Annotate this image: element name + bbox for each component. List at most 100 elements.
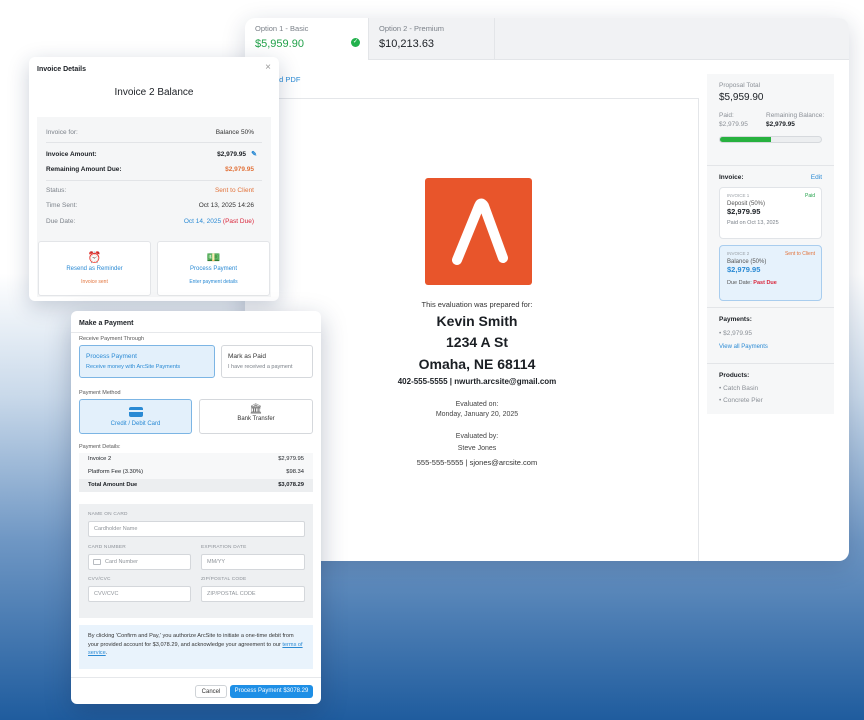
detail-value: $3,078.29 xyxy=(278,482,304,488)
detail-row-total: Total Amount Due $3,078.29 xyxy=(88,482,304,488)
invoice-for-label: Invoice for: xyxy=(46,129,78,136)
edit-amount-icon[interactable]: ✎ xyxy=(251,150,257,158)
payments-label: Payments: xyxy=(719,316,752,323)
modal-header: Invoice Details xyxy=(37,66,87,73)
status-badge: Paid xyxy=(804,193,815,199)
tab-price: $5,959.90 xyxy=(255,38,304,50)
invoice-note: Paid on Oct 13, 2025 xyxy=(727,220,779,226)
resend-reminder-button[interactable]: ⏰ Resend as Reminder Invoice sent xyxy=(38,241,151,296)
consent-text: By clicking 'Confirm and Pay,' you autho… xyxy=(88,633,294,648)
edit-invoices-link[interactable]: Edit xyxy=(811,174,822,181)
time-sent-value: Oct 13, 2025 14:26 xyxy=(198,202,254,209)
proposal-window: Option 1 - Basic $5,959.90 ✓ Option 2 - … xyxy=(245,18,849,561)
process-payment-submit-button[interactable]: Process Payment $3078.29 xyxy=(230,685,313,698)
invoice-section-label: Invoice: xyxy=(719,174,744,181)
method-credit-card[interactable]: Credit / Debit Card xyxy=(79,399,192,434)
due-date-value: Oct 14, 2025 xyxy=(183,218,222,225)
modal-title: Make a Payment xyxy=(79,320,134,327)
evaluator-contact: 555-555-5555 | sjones@arcsite.com xyxy=(416,458,538,467)
card-number-input[interactable]: Card Number xyxy=(88,554,191,570)
method-bank-transfer[interactable]: 🏛 Bank Transfer xyxy=(199,399,313,434)
details-label: Payment Details: xyxy=(79,444,121,450)
product-name: Catch Basin xyxy=(723,385,759,392)
proposal-summary-panel: Proposal Total $5,959.90 Paid: $2,979.95… xyxy=(707,74,834,414)
payments-section: Payments: • $2,979.95 View all Payments xyxy=(707,308,834,364)
past-due-flag: (Past Due) xyxy=(222,218,254,225)
view-all-payments-link[interactable]: View all Payments xyxy=(719,344,822,350)
product-name: Concrete Pier xyxy=(723,397,763,404)
detail-label: Platform Fee (3.30%) xyxy=(88,469,144,475)
tab-label: Option 2 - Premium xyxy=(379,24,445,33)
detail-row: Platform Fee (3.30%) $98.34 xyxy=(88,469,304,475)
evaluated-by-label: Evaluated by: xyxy=(455,433,499,440)
action-subtitle: Enter payment details xyxy=(189,279,238,285)
detail-row: Invoice 2 $2,979.95 xyxy=(88,456,304,462)
product-item: • Catch Basin xyxy=(719,385,759,392)
expiration-input[interactable]: MM/YY xyxy=(201,554,305,570)
invoice-amount-value: $2,979.95 xyxy=(217,151,246,158)
status-value: Sent to Client xyxy=(214,187,254,194)
card-icon xyxy=(93,559,101,565)
paid-value: $2,979.95 xyxy=(719,121,748,128)
status-badge: Sent to Client xyxy=(784,251,815,257)
invoice-amount: $2,979.95 xyxy=(727,207,761,216)
option-tabs: Option 1 - Basic $5,959.90 ✓ Option 2 - … xyxy=(245,18,849,60)
field-label: ZIP/POSTAL CODE xyxy=(201,577,247,582)
receive-option-mark-paid[interactable]: Mark as Paid I have received a payment xyxy=(221,345,313,378)
action-label: Process Payment xyxy=(189,266,238,272)
divider xyxy=(71,677,321,678)
option-subtitle: I have received a payment xyxy=(228,364,293,370)
field-label: CVV/CVC xyxy=(88,577,111,582)
payment-item-amount: $2,979.95 xyxy=(723,330,753,337)
paid-label: Paid: xyxy=(719,112,734,119)
payment-progress-fill xyxy=(720,137,771,142)
receive-option-process-payment[interactable]: Process Payment Receive money with ArcSi… xyxy=(79,345,215,378)
action-subtitle: Invoice sent xyxy=(81,279,108,285)
payment-item: • $2,979.95 xyxy=(719,330,753,337)
process-payment-button[interactable]: 💵 Process Payment Enter payment details xyxy=(157,241,270,296)
proposal-total-label: Proposal Total xyxy=(719,82,761,89)
invoice-card-2[interactable]: INVOICE 2 Sent to Client Balance (50%) $… xyxy=(719,245,822,301)
detail-label: Invoice 2 xyxy=(88,456,112,462)
status-label: Status: xyxy=(46,187,67,194)
due-date-label: Due Date: xyxy=(727,280,752,286)
option-title: Mark as Paid xyxy=(228,353,266,360)
client-address-line1: 1234 A St xyxy=(446,334,508,350)
remaining-balance-value: $2,979.95 xyxy=(766,121,795,128)
detail-value: $98.34 xyxy=(286,469,304,475)
bank-icon: 🏛 xyxy=(249,404,263,415)
divider xyxy=(46,180,262,181)
invoice-card-1[interactable]: INVOICE 1 Paid Deposit (50%) $2,979.95 P… xyxy=(719,187,822,239)
tab-label: Option 1 - Basic xyxy=(255,24,309,33)
cancel-button[interactable]: Cancel xyxy=(195,685,227,698)
field-label: EXPIRATION DATE xyxy=(201,545,247,550)
invoice-tag: INVOICE 1 xyxy=(727,193,750,198)
tab-option-1[interactable]: Option 1 - Basic $5,959.90 ✓ xyxy=(245,18,369,60)
consent-notice: By clicking 'Confirm and Pay,' you autho… xyxy=(79,625,313,669)
evaluated-on-label: Evaluated on: xyxy=(455,401,499,408)
alarm-clock-icon: ⏰ xyxy=(87,252,102,264)
make-payment-modal: Make a Payment Receive Payment Through P… xyxy=(71,311,321,704)
receive-label: Receive Payment Through xyxy=(79,336,145,342)
cvv-input[interactable]: CVV/CVC xyxy=(88,586,191,602)
method-label-text: Bank Transfer xyxy=(237,416,275,422)
zip-input[interactable]: ZIP/POSTAL CODE xyxy=(201,586,305,602)
detail-label: Total Amount Due xyxy=(88,482,138,488)
field-label: NAME ON CARD xyxy=(88,512,128,517)
invoice-amount-label: Invoice Amount: xyxy=(46,151,97,158)
payment-progress-bar xyxy=(719,136,822,143)
cardholder-name-input[interactable]: Cardholder Name xyxy=(88,521,305,537)
tab-price: $10,213.63 xyxy=(379,38,435,50)
placeholder-text: Card Number xyxy=(105,559,139,565)
client-contact: 402-555-5555 | nwurth.arcsite@gmail.com xyxy=(397,377,557,386)
invoice-for-value: Balance 50% xyxy=(215,129,254,136)
invoice-amount: $2,979.95 xyxy=(727,265,761,274)
tab-option-2[interactable]: Option 2 - Premium $10,213.63 xyxy=(369,18,495,60)
detail-value: $2,979.95 xyxy=(278,456,304,462)
invoice-section: Invoice: Edit INVOICE 1 Paid Deposit (50… xyxy=(707,166,834,308)
invoice-title: Invoice 2 Balance xyxy=(114,87,194,98)
close-icon[interactable]: × xyxy=(265,62,271,73)
time-sent-label: Time Sent: xyxy=(46,202,78,209)
evaluated-on-date: Monday, January 20, 2025 xyxy=(435,411,519,418)
company-logo xyxy=(425,178,532,285)
